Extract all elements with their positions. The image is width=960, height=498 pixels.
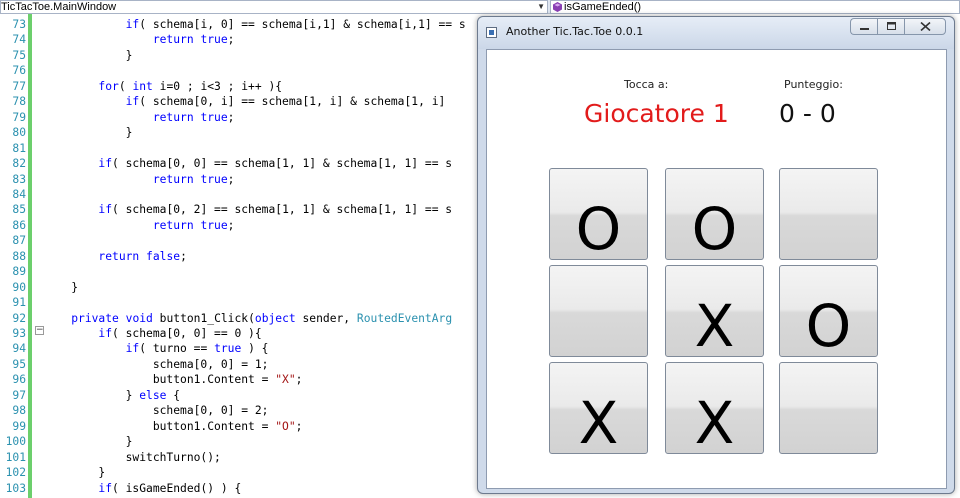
close-button[interactable] <box>904 18 946 35</box>
line-number: 103 <box>5 481 26 495</box>
member-selector-label: isGameEnded() <box>564 1 642 13</box>
window-title: Another Tic.Tac.Toe 0.0.1 <box>506 25 644 38</box>
code-text: private void button1_Click(object sender… <box>71 311 453 325</box>
cell-mark: X <box>694 292 735 357</box>
code-text: for( int i=0 ; i<3 ; i++ ){ <box>98 79 283 93</box>
cell-mark: O <box>691 195 738 260</box>
cell-mark: O <box>575 195 622 260</box>
code-text: return true; <box>152 172 235 186</box>
minimize-icon <box>859 28 869 30</box>
code-text: if( schema[i, 0] == schema[i,1] & schema… <box>125 18 466 31</box>
code-text: return true; <box>152 33 235 47</box>
cell-mark: O <box>805 292 852 357</box>
line-number: 90 <box>12 280 26 294</box>
board-cell-6[interactable]: O <box>779 265 878 357</box>
window-client-area: Tocca a: Punteggio: Giocatore 1 0 - 0 O … <box>486 49 947 489</box>
code-text: schema[0, 0] = 2; <box>44 404 269 418</box>
code-text: if( schema[0, 0] == 0 ){ <box>98 327 262 340</box>
line-number: 95 <box>12 357 26 371</box>
line-number: 99 <box>12 419 26 433</box>
line-number: 88 <box>12 249 26 263</box>
tictactoe-window: Another Tic.Tac.Toe 0.0.1 Tocca a: Punte… <box>477 16 955 494</box>
line-number: 91 <box>12 296 26 310</box>
code-text: schema[0, 0] = 1; <box>44 357 269 371</box>
code-text: switchTurno(); <box>44 450 221 464</box>
line-number: 102 <box>5 466 26 480</box>
code-text: if( schema[0, 0] == schema[1, 1] & schem… <box>98 157 453 171</box>
line-number: 94 <box>12 342 26 356</box>
class-selector-combo[interactable]: TicTacToe.MainWindow ▼ <box>0 0 548 14</box>
line-number: 85 <box>12 203 26 217</box>
line-number: 81 <box>12 141 26 155</box>
class-selector-label: TicTacToe.MainWindow <box>1 1 117 13</box>
line-number: 98 <box>12 404 26 418</box>
board-cell-3[interactable] <box>779 168 878 260</box>
line-number: 100 <box>5 435 26 449</box>
turn-caption: Tocca a: <box>624 78 669 91</box>
line-number: 83 <box>12 172 26 186</box>
dropdown-arrow-icon[interactable]: ▼ <box>537 1 545 13</box>
line-number: 87 <box>12 234 26 248</box>
line-number: 97 <box>12 388 26 402</box>
line-number: 76 <box>12 64 26 78</box>
line-number: 96 <box>12 373 26 387</box>
maximize-icon <box>886 22 896 30</box>
caption-buttons <box>850 18 946 35</box>
code-text: return true; <box>152 110 235 124</box>
line-number: 92 <box>12 311 26 325</box>
line-number: 74 <box>12 33 26 47</box>
code-text: } else { <box>44 388 181 402</box>
code-text: } <box>44 435 133 449</box>
window-titlebar[interactable]: Another Tic.Tac.Toe 0.0.1 <box>478 17 954 49</box>
board-cell-7[interactable]: X <box>549 362 648 454</box>
code-text: if( schema[0, i] == schema[1, i] & schem… <box>125 95 446 109</box>
score-label: 0 - 0 <box>779 99 836 128</box>
board-cell-2[interactable]: O <box>665 168 764 260</box>
close-icon <box>919 22 931 31</box>
line-number: 77 <box>12 79 26 93</box>
line-number: 82 <box>12 157 26 171</box>
member-selector-combo[interactable]: isGameEnded() <box>550 0 960 14</box>
line-number: 78 <box>12 95 26 109</box>
score-caption: Punteggio: <box>784 78 843 91</box>
line-number: 101 <box>5 450 26 464</box>
cell-mark: X <box>694 389 735 454</box>
line-number: 84 <box>12 187 26 201</box>
code-text: } <box>44 48 133 62</box>
cell-mark: X <box>578 389 619 454</box>
minimize-button[interactable] <box>850 18 877 35</box>
line-number: 80 <box>12 126 26 140</box>
code-text: if( isGameEnded() ) { <box>98 481 242 495</box>
code-text: return false; <box>98 249 187 263</box>
code-text: return true; <box>152 218 235 232</box>
code-text: button1.Content = "X"; <box>44 373 303 387</box>
code-text: } <box>44 466 106 480</box>
board-cell-4[interactable] <box>549 265 648 357</box>
app-icon <box>486 27 497 38</box>
code-text: } <box>44 126 133 140</box>
board-cell-9[interactable] <box>779 362 878 454</box>
code-text: if( schema[0, 2] == schema[1, 1] & schem… <box>98 203 453 217</box>
code-text: } <box>44 280 79 294</box>
board-cell-8[interactable]: X <box>665 362 764 454</box>
board-cell-1[interactable]: O <box>549 168 648 260</box>
code-text: button1.Content = "O"; <box>44 419 303 433</box>
method-icon <box>553 2 562 12</box>
line-number: 73 <box>12 18 26 31</box>
maximize-button[interactable] <box>877 18 904 35</box>
code-text: if( turno == true ) { <box>125 342 269 356</box>
ide-navigation-bar: TicTacToe.MainWindow ▼ isGameEnded() <box>0 0 960 14</box>
current-player-label: Giocatore 1 <box>584 99 729 128</box>
board-cell-5[interactable]: X <box>665 265 764 357</box>
line-number: 86 <box>12 218 26 232</box>
line-number: 75 <box>12 48 26 62</box>
line-number: 93 <box>12 327 26 340</box>
line-number: 89 <box>12 265 26 279</box>
line-number: 79 <box>12 110 26 124</box>
